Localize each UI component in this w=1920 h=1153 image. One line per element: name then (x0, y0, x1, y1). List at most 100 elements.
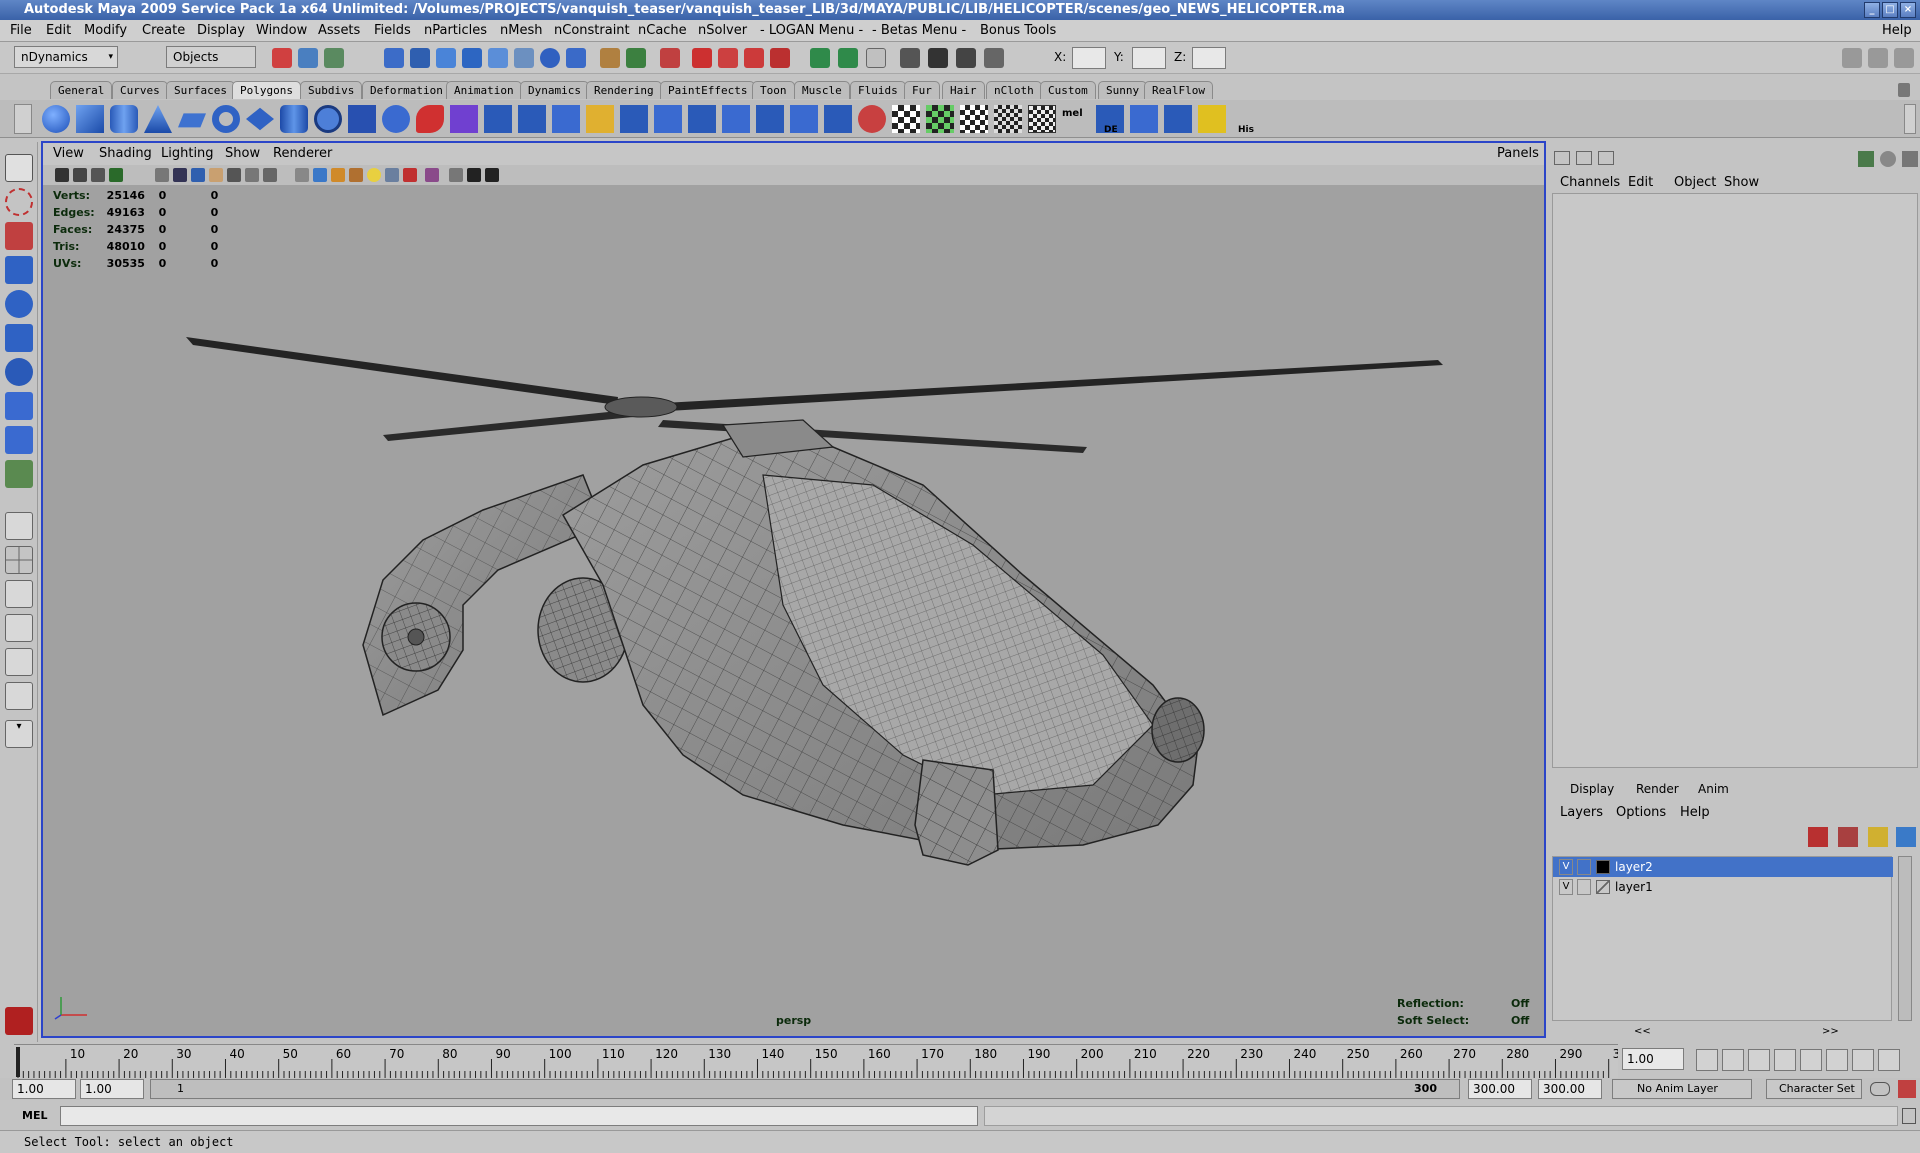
menu-nmesh[interactable]: nMesh (500, 23, 542, 38)
options-icon[interactable] (1902, 151, 1918, 167)
layout-graph-icon[interactable] (5, 648, 33, 676)
light-bulb-icon[interactable] (367, 168, 381, 182)
isolate-icon[interactable] (425, 168, 439, 182)
snap-plane-icon[interactable] (462, 48, 482, 68)
sphere-icon[interactable] (540, 48, 560, 68)
tab-animation[interactable]: Animation (446, 81, 522, 99)
smooth-icon[interactable] (450, 105, 478, 133)
tab-polygons[interactable]: Polygons (232, 81, 301, 99)
time-slider[interactable]: 10 20 30 40 50 60 70 80 90 100 110 120 130 140 150 160 1… (14, 1044, 1618, 1079)
tab-rendering[interactable]: Rendering (586, 81, 662, 99)
hypershade-icon[interactable] (984, 48, 1004, 68)
tab-curves[interactable]: Curves (112, 81, 168, 99)
character-set-dropdown[interactable]: Character Set (1766, 1079, 1862, 1099)
poke-icon[interactable] (790, 105, 818, 133)
move-tool-icon[interactable] (5, 256, 33, 284)
keys-icon[interactable] (1858, 151, 1874, 167)
magnet4-icon[interactable] (770, 48, 790, 68)
go-to-start-button[interactable] (1696, 1049, 1718, 1071)
tab-ncloth[interactable]: nCloth (986, 81, 1042, 99)
construction-history-icon[interactable] (810, 48, 830, 68)
go-to-end-button[interactable] (1878, 1049, 1900, 1071)
wireframe-icon[interactable] (227, 168, 241, 182)
layer-tab-anim[interactable]: Anim (1698, 782, 1729, 796)
poly-pipe-icon[interactable] (280, 105, 308, 133)
uv-grid-icon[interactable] (1130, 105, 1158, 133)
viewport-menu-renderer[interactable]: Renderer (273, 146, 332, 161)
layer-color-swatch[interactable] (1596, 880, 1610, 894)
layer-visibility-toggle[interactable]: V (1559, 879, 1573, 895)
menu-nconstraint[interactable]: nConstraint (554, 23, 630, 38)
cut-faces-icon[interactable] (722, 105, 750, 133)
select-tool-icon[interactable] (5, 154, 33, 182)
bounding-box-icon[interactable] (295, 168, 309, 182)
grid-icon[interactable] (155, 168, 169, 182)
all-lights-icon[interactable] (349, 168, 363, 182)
poly-cube-icon[interactable] (76, 105, 104, 133)
layers-menu-layers[interactable]: Layers (1560, 805, 1603, 820)
minimize-button[interactable]: _ (1864, 2, 1880, 18)
boolean-icon[interactable] (416, 105, 444, 133)
tab-sunny[interactable]: Sunny (1098, 81, 1148, 99)
bookmark-icon[interactable] (91, 168, 105, 182)
tab-fluids[interactable]: Fluids (850, 81, 906, 99)
snap-grid-icon[interactable] (384, 48, 404, 68)
command-input[interactable] (60, 1106, 978, 1126)
play-backwards-button[interactable] (1774, 1049, 1796, 1071)
menu-window[interactable]: Window (256, 23, 307, 38)
menu-modify[interactable]: Modify (84, 23, 127, 38)
mel-script-icon[interactable]: mel (1062, 105, 1090, 133)
bridge-icon[interactable] (518, 105, 546, 133)
uv-checker5-icon[interactable] (1028, 105, 1056, 133)
step-forward-frame-button[interactable] (1826, 1049, 1848, 1071)
uv-checker-icon[interactable] (892, 105, 920, 133)
poly-plane-icon[interactable] (178, 113, 206, 128)
viewport-canvas[interactable]: Verts: 25146 0 0 Edges: 49163 0 0 Faces: 24375 0 0 T… (43, 185, 1544, 1036)
snap-live-icon[interactable] (488, 48, 508, 68)
layer-playback-toggle[interactable] (1577, 879, 1591, 895)
combine-icon[interactable] (348, 105, 376, 133)
clapper-icon[interactable] (928, 48, 948, 68)
z-field[interactable] (1192, 47, 1226, 69)
viewport-menu-panels[interactable]: Panels (1497, 146, 1539, 161)
close-button[interactable]: × (1900, 2, 1916, 18)
shadow-icon[interactable] (385, 168, 399, 182)
tool-settings-toggle-icon[interactable] (1868, 48, 1888, 68)
tab-general[interactable]: General (50, 81, 113, 99)
render-settings-icon[interactable] (900, 48, 920, 68)
image-plane-icon[interactable] (109, 168, 123, 182)
poly-helix-icon[interactable] (314, 105, 342, 133)
selection-mode-field[interactable]: Objects (166, 46, 256, 68)
de-script-icon[interactable]: DE (1096, 105, 1124, 135)
range-slider[interactable]: 1 300 (150, 1079, 1460, 1099)
append-icon[interactable] (552, 105, 580, 133)
menu-fields[interactable]: Fields (374, 23, 411, 38)
step-back-key-button[interactable] (1722, 1049, 1744, 1071)
offset-loop-icon[interactable] (688, 105, 716, 133)
channel-box-icon[interactable] (1554, 151, 1570, 165)
viewport-menu-show[interactable]: Show (225, 146, 260, 161)
add-selected-icon[interactable] (1896, 827, 1916, 847)
channel-box-toggle-icon[interactable] (1894, 48, 1914, 68)
sync-icon[interactable] (1880, 151, 1896, 167)
step-back-frame-button[interactable] (1748, 1049, 1770, 1071)
show-manip-icon[interactable] (5, 426, 33, 454)
chamfer-icon[interactable] (824, 105, 852, 133)
menu-create[interactable]: Create (142, 23, 185, 38)
tab-realflow[interactable]: RealFlow (1144, 81, 1213, 99)
menu-nparticles[interactable]: nParticles (424, 23, 487, 38)
select-object-icon[interactable] (298, 48, 318, 68)
question-icon[interactable] (566, 48, 586, 68)
layout-hypershade-icon[interactable] (5, 682, 33, 710)
channel-menu-channels[interactable]: Channels (1560, 175, 1620, 190)
select-component-icon[interactable] (324, 48, 344, 68)
history-script-icon[interactable]: His (1232, 105, 1260, 135)
reduce-icon[interactable] (858, 105, 886, 133)
menu-logan[interactable]: - LOGAN Menu - (760, 23, 863, 38)
anim-layer-icon[interactable] (1868, 827, 1888, 847)
soft-mod-icon[interactable] (5, 392, 33, 420)
paint-select-icon[interactable] (5, 222, 33, 250)
helicopter-model[interactable] (43, 185, 1544, 1036)
menu-help[interactable]: Help (1882, 23, 1912, 38)
menu-display[interactable]: Display (197, 23, 245, 38)
